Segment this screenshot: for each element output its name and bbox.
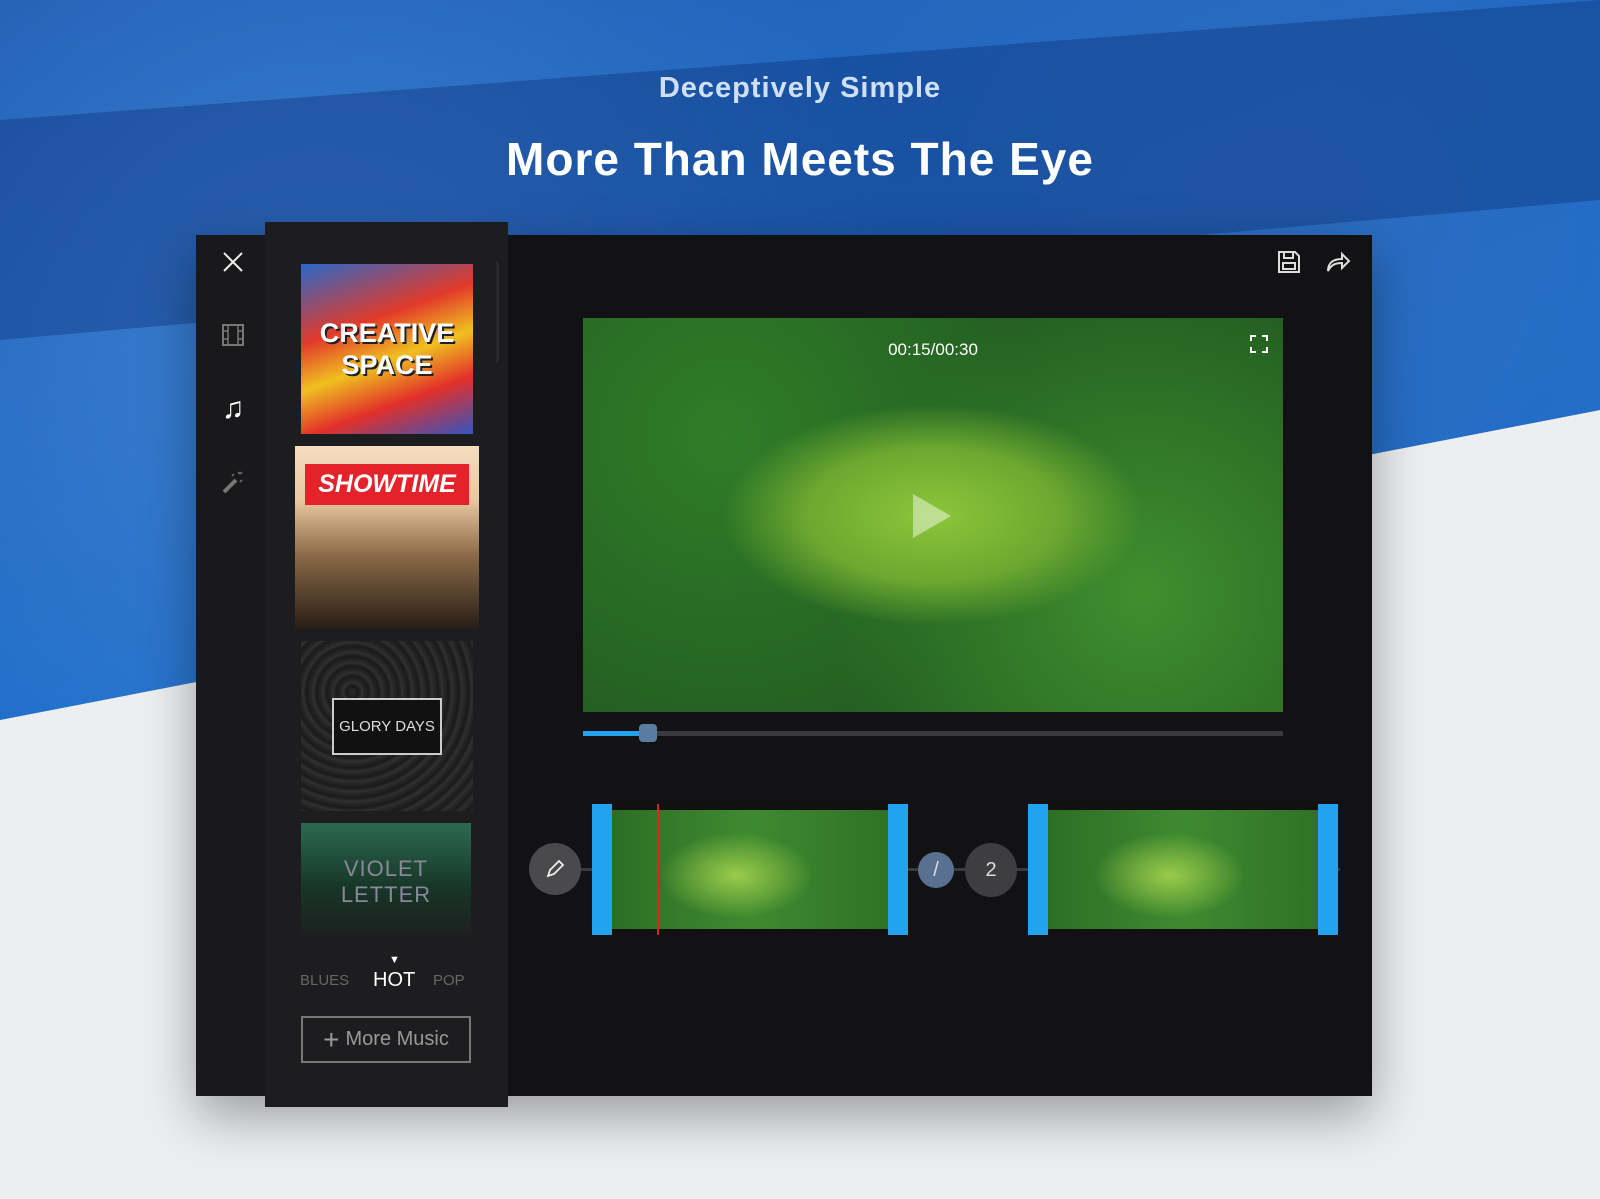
active-tab-indicator: ▼ bbox=[389, 954, 400, 966]
more-music-button[interactable]: + More Music bbox=[301, 1016, 471, 1063]
edit-pencil-button[interactable] bbox=[529, 843, 581, 895]
music-scrollbar[interactable] bbox=[496, 262, 499, 362]
music-card-showtime[interactable]: SHOWTIME bbox=[295, 446, 479, 628]
timeline-clip-1[interactable] bbox=[592, 804, 908, 935]
plus-icon: + bbox=[323, 1023, 340, 1055]
magic-wand-icon[interactable] bbox=[218, 468, 248, 498]
tab-hot[interactable]: HOT bbox=[373, 969, 415, 992]
film-icon[interactable] bbox=[218, 320, 248, 350]
music-card-glory-days[interactable]: GLORY DAYS bbox=[301, 641, 473, 811]
seek-handle[interactable] bbox=[639, 724, 658, 742]
seek-bar[interactable] bbox=[583, 724, 1283, 742]
headline: More Than Meets The Eye bbox=[506, 133, 1094, 185]
pencil-icon bbox=[546, 859, 565, 878]
clip-thumbnail bbox=[1048, 810, 1318, 929]
clip-trim-handle-left[interactable] bbox=[592, 804, 612, 935]
tab-blues[interactable]: BLUES bbox=[300, 972, 349, 989]
music-card-creative-space[interactable]: CREATIVE SPACE bbox=[301, 264, 473, 434]
timeline-clip-2[interactable] bbox=[1028, 804, 1338, 935]
save-icon[interactable] bbox=[1276, 249, 1302, 280]
subtitle: Deceptively Simple bbox=[658, 72, 942, 104]
icon-sidebar bbox=[196, 235, 265, 1096]
clip-thumbnail bbox=[612, 810, 888, 929]
music-note-icon[interactable]: ♫ bbox=[218, 392, 248, 425]
close-icon[interactable] bbox=[218, 247, 248, 277]
time-readout: 00:15/00:30 bbox=[888, 340, 978, 359]
clip-trim-handle-right[interactable] bbox=[888, 804, 908, 935]
video-preview[interactable]: 00:15/00:30 bbox=[583, 318, 1283, 712]
transition-count[interactable]: 2 bbox=[965, 843, 1017, 897]
clip-trim-handle-right[interactable] bbox=[1318, 804, 1338, 935]
play-icon[interactable] bbox=[913, 494, 951, 538]
playhead[interactable] bbox=[657, 804, 659, 935]
transition-button[interactable]: / bbox=[918, 852, 954, 888]
tab-pop[interactable]: POP bbox=[433, 972, 465, 989]
fullscreen-icon[interactable] bbox=[1249, 334, 1269, 359]
music-card-violet-letter[interactable]: VIOLET LETTER bbox=[301, 823, 471, 941]
share-icon[interactable] bbox=[1325, 249, 1351, 280]
clip-trim-handle-left[interactable] bbox=[1028, 804, 1048, 935]
